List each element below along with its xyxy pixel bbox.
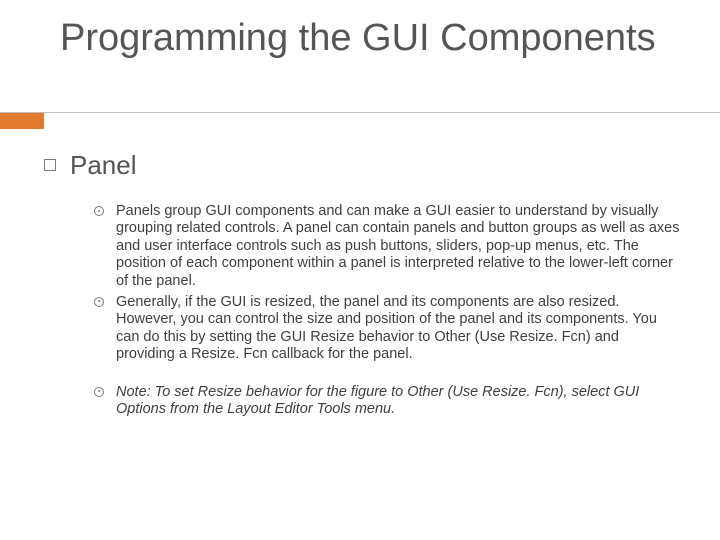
- square-bullet-icon: [44, 159, 56, 171]
- bullet-text: Generally, if the GUI is resized, the pa…: [116, 294, 680, 364]
- dot-bullet-icon: [94, 387, 104, 397]
- list-item: Generally, if the GUI is resized, the pa…: [94, 294, 680, 364]
- bullet-list: Panels group GUI components and can make…: [44, 203, 680, 418]
- bullet-text: Panels group GUI components and can make…: [116, 203, 680, 290]
- accent-box: [0, 113, 44, 129]
- slide-title: Programming the GUI Components: [60, 18, 656, 60]
- section: Panel Panels group GUI components and ca…: [44, 150, 680, 422]
- slide: Programming the GUI Components Panel Pan…: [0, 0, 720, 540]
- list-item: Note: To set Resize behavior for the fig…: [94, 384, 680, 419]
- bullet-text-note: Note: To set Resize behavior for the fig…: [116, 384, 680, 419]
- title-rule: [0, 112, 720, 113]
- dot-bullet-icon: [94, 206, 104, 216]
- dot-bullet-icon: [94, 297, 104, 307]
- section-heading-row: Panel: [44, 150, 680, 181]
- section-heading: Panel: [70, 150, 137, 181]
- list-item: Panels group GUI components and can make…: [94, 203, 680, 290]
